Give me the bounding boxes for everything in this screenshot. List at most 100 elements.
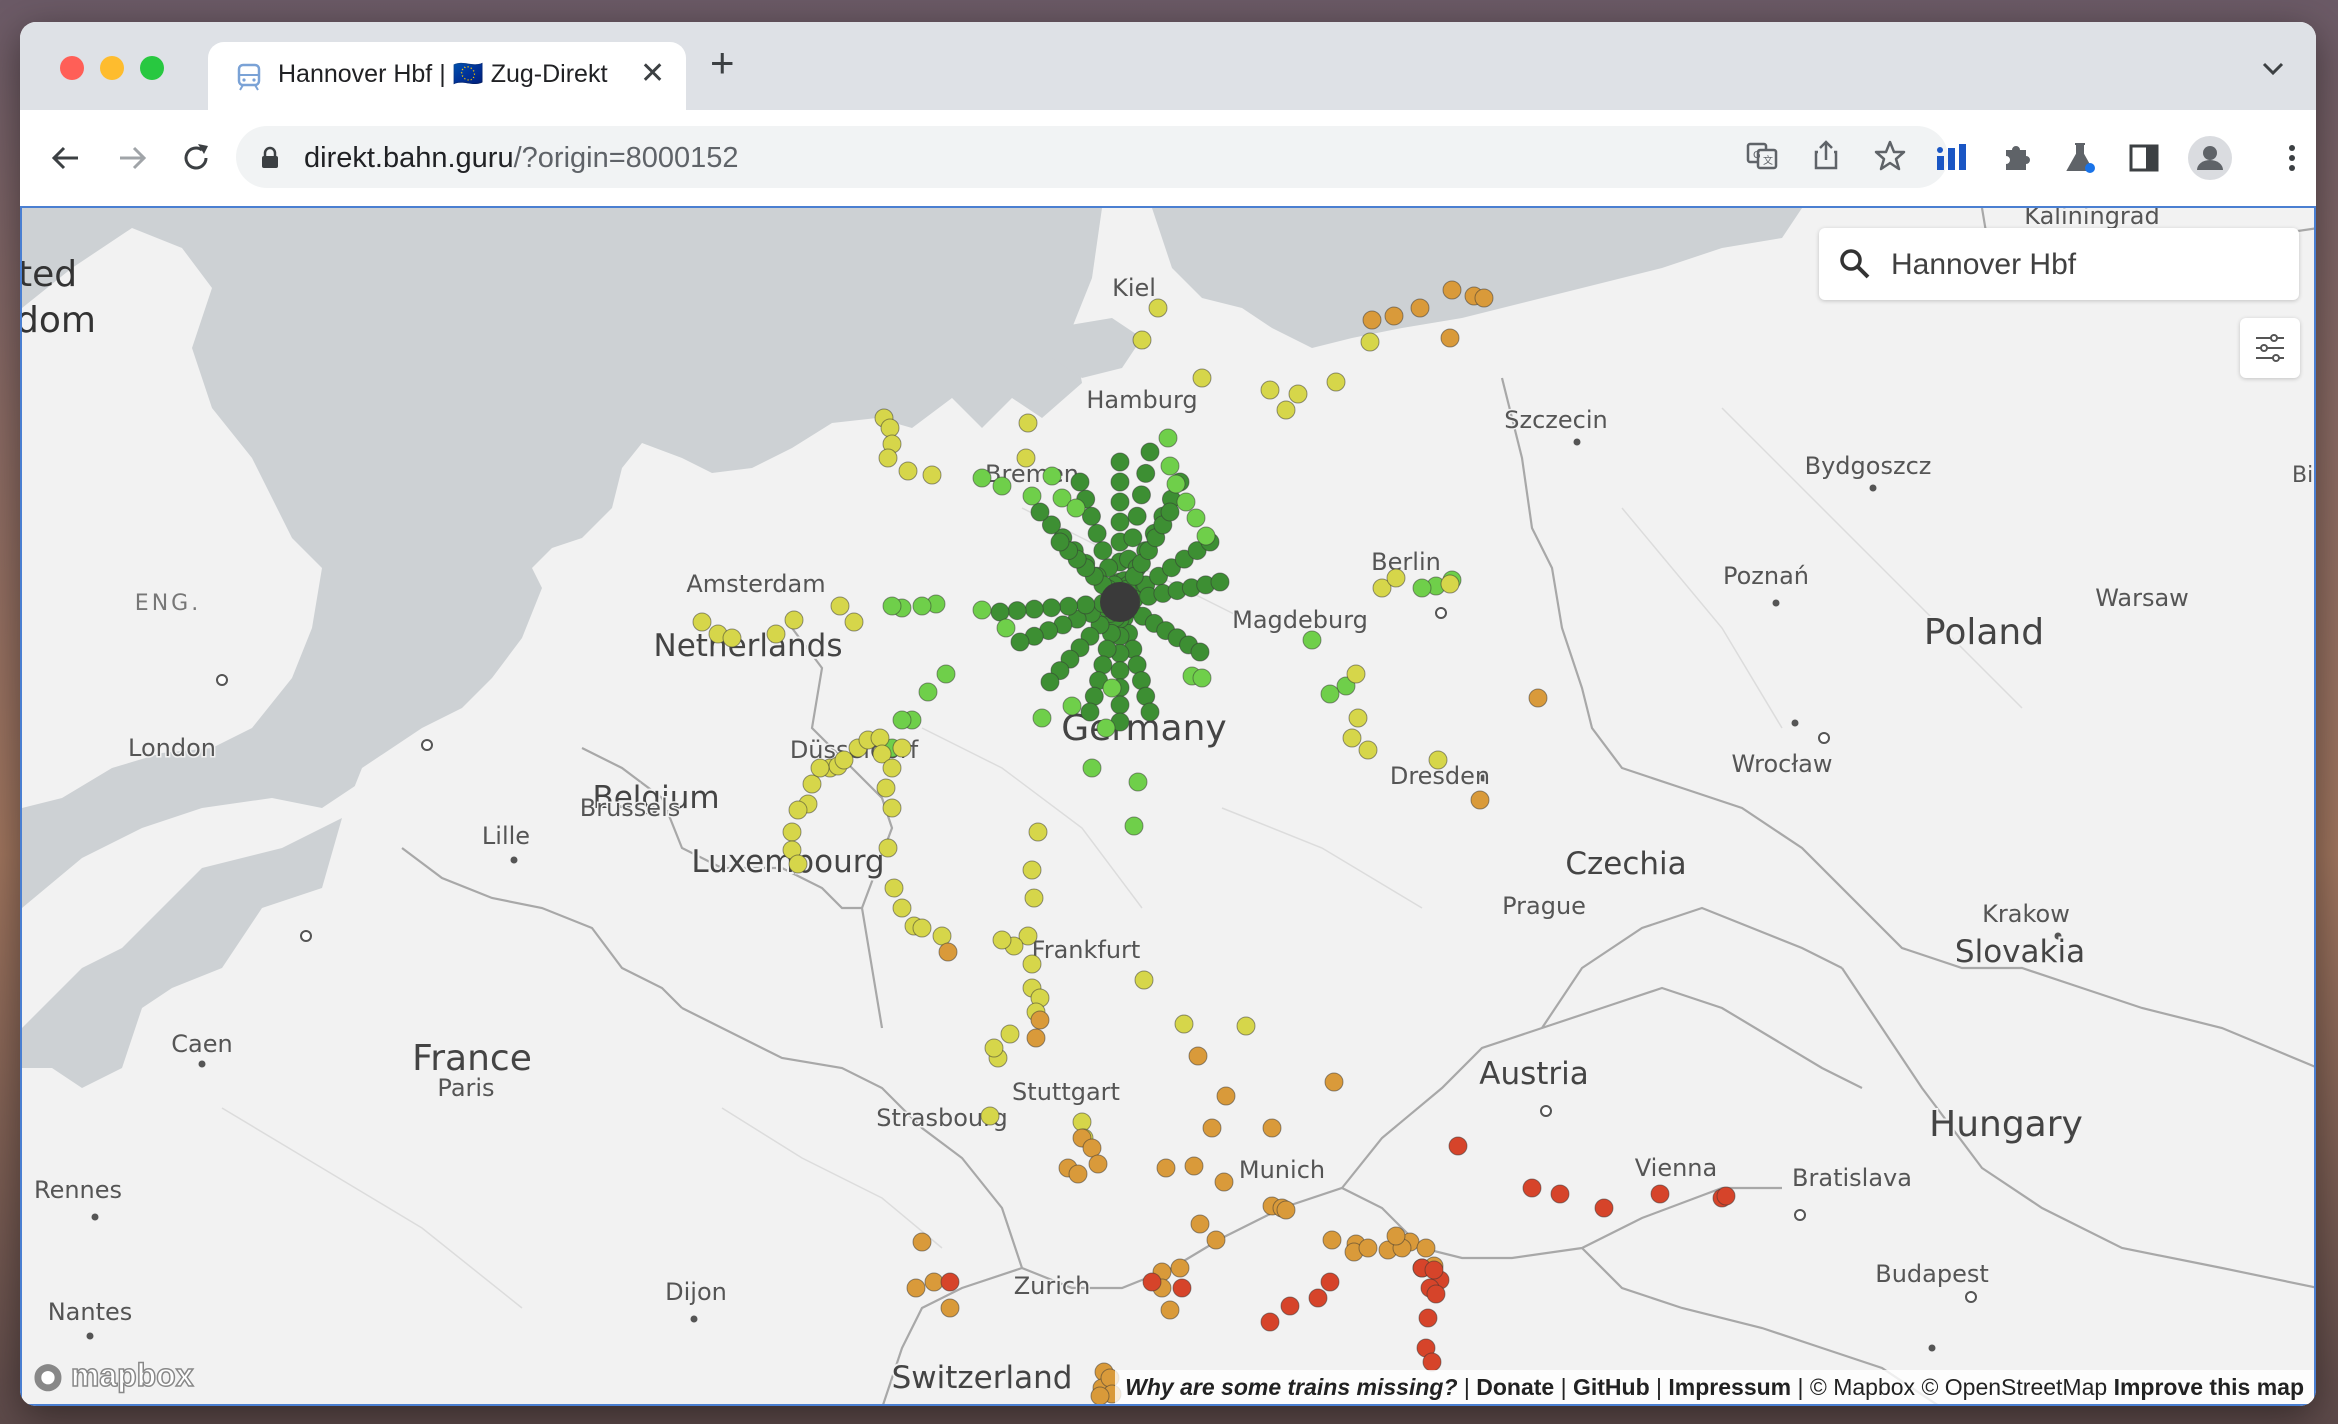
station-marker[interactable]	[906, 1278, 926, 1298]
station-marker[interactable]	[1650, 1184, 1670, 1204]
station-marker[interactable]	[972, 600, 992, 620]
station-marker[interactable]	[1202, 1118, 1222, 1138]
station-marker[interactable]	[810, 758, 830, 778]
back-arrow-icon[interactable]	[48, 140, 84, 176]
station-marker[interactable]	[692, 612, 712, 632]
station-marker[interactable]	[1422, 1352, 1442, 1372]
station-marker[interactable]	[1096, 718, 1116, 738]
station-marker[interactable]	[1030, 502, 1050, 522]
lock-icon[interactable]	[260, 146, 280, 170]
station-marker[interactable]	[892, 738, 912, 758]
station-marker[interactable]	[924, 1272, 944, 1292]
profile-avatar-icon[interactable]	[2186, 134, 2234, 182]
translate-icon[interactable]: G 文	[1744, 138, 1780, 174]
station-marker[interactable]	[1132, 330, 1152, 350]
map-view[interactable]: ted dom Bi Netherlands Belgium Luxembourg G…	[20, 206, 2316, 1406]
share-icon[interactable]	[1808, 138, 1844, 174]
station-marker[interactable]	[1127, 506, 1147, 526]
station-marker[interactable]	[1131, 671, 1151, 691]
station-marker[interactable]	[1260, 380, 1280, 400]
station-marker[interactable]	[1136, 686, 1156, 706]
station-marker[interactable]	[1076, 595, 1096, 615]
station-marker[interactable]	[1172, 1278, 1192, 1298]
station-marker[interactable]	[1087, 523, 1107, 543]
station-marker[interactable]	[1022, 486, 1042, 506]
extension-chart-icon[interactable]	[1934, 140, 1970, 176]
station-marker[interactable]	[1160, 502, 1180, 522]
station-marker[interactable]	[1136, 463, 1156, 483]
station-marker[interactable]	[1142, 1272, 1162, 1292]
browser-menu-icon[interactable]	[2274, 140, 2310, 176]
station-marker[interactable]	[932, 926, 952, 946]
station-marker[interactable]	[922, 465, 942, 485]
station-marker[interactable]	[1134, 970, 1154, 990]
station-marker[interactable]	[992, 930, 1012, 950]
station-marker[interactable]	[1210, 572, 1230, 592]
station-marker[interactable]	[1348, 708, 1368, 728]
station-marker[interactable]	[1110, 695, 1130, 715]
station-marker[interactable]	[1160, 456, 1180, 476]
station-marker[interactable]	[784, 610, 804, 630]
station-marker[interactable]	[1093, 541, 1113, 561]
station-marker[interactable]	[1206, 1230, 1226, 1250]
station-marker[interactable]	[1072, 1112, 1092, 1132]
station-marker[interactable]	[1260, 1312, 1280, 1332]
side-panel-icon[interactable]	[2126, 140, 2162, 176]
station-marker[interactable]	[884, 878, 904, 898]
station-marker[interactable]	[1022, 954, 1042, 974]
mapbox-logo[interactable]: ◉ mapbox	[33, 1356, 194, 1394]
station-marker[interactable]	[1474, 288, 1494, 308]
station-marker[interactable]	[878, 448, 898, 468]
station-marker[interactable]	[1386, 1226, 1406, 1246]
station-marker[interactable]	[1170, 1258, 1190, 1278]
station-marker[interactable]	[1066, 498, 1086, 518]
station-marker[interactable]	[1192, 668, 1212, 688]
station-marker[interactable]	[1088, 1154, 1108, 1174]
station-marker[interactable]	[1308, 1288, 1328, 1308]
station-marker[interactable]	[1110, 472, 1130, 492]
station-marker[interactable]	[1084, 686, 1104, 706]
station-marker[interactable]	[1442, 280, 1462, 300]
reload-icon[interactable]	[178, 140, 214, 176]
station-marker[interactable]	[878, 838, 898, 858]
station-marker[interactable]	[1302, 630, 1322, 650]
station-marker[interactable]	[1028, 822, 1048, 842]
station-marker[interactable]	[1110, 661, 1130, 681]
station-marker[interactable]	[1716, 1186, 1736, 1206]
station-marker[interactable]	[918, 682, 938, 702]
station-marker[interactable]	[1041, 598, 1061, 618]
station-marker[interactable]	[1131, 485, 1151, 505]
station-marker[interactable]	[1424, 1260, 1444, 1280]
station-marker[interactable]	[1190, 642, 1210, 662]
station-marker[interactable]	[870, 728, 890, 748]
station-marker[interactable]	[1024, 888, 1044, 908]
station-marker[interactable]	[1470, 790, 1490, 810]
station-marker[interactable]	[1342, 728, 1362, 748]
impressum-link[interactable]: Impressum	[1668, 1374, 1791, 1400]
extensions-puzzle-icon[interactable]	[1998, 140, 2034, 176]
station-marker[interactable]	[1426, 1284, 1446, 1304]
station-marker[interactable]	[1062, 696, 1082, 716]
station-marker[interactable]	[882, 798, 902, 818]
station-marker[interactable]	[912, 596, 932, 616]
station-marker[interactable]	[1412, 578, 1432, 598]
station-marker[interactable]	[1040, 672, 1060, 692]
station-marker[interactable]	[1068, 1164, 1088, 1184]
station-marker[interactable]	[972, 468, 992, 488]
station-marker[interactable]	[1080, 702, 1100, 722]
maximize-window-button[interactable]	[140, 56, 164, 80]
station-marker[interactable]	[1236, 1016, 1256, 1036]
station-marker[interactable]	[1440, 574, 1460, 594]
station-marker[interactable]	[1024, 599, 1044, 619]
station-marker[interactable]	[940, 1298, 960, 1318]
station-marker[interactable]	[938, 942, 958, 962]
missing-trains-link[interactable]: Why are some trains missing?	[1125, 1374, 1457, 1400]
station-marker[interactable]	[1184, 1156, 1204, 1176]
github-link[interactable]: GitHub	[1573, 1374, 1650, 1400]
station-marker[interactable]	[834, 750, 854, 770]
station-marker[interactable]	[912, 1232, 932, 1252]
station-marker[interactable]	[1176, 492, 1196, 512]
station-marker[interactable]	[1346, 664, 1366, 684]
station-marker[interactable]	[990, 602, 1010, 622]
station-marker[interactable]	[1322, 1230, 1342, 1250]
